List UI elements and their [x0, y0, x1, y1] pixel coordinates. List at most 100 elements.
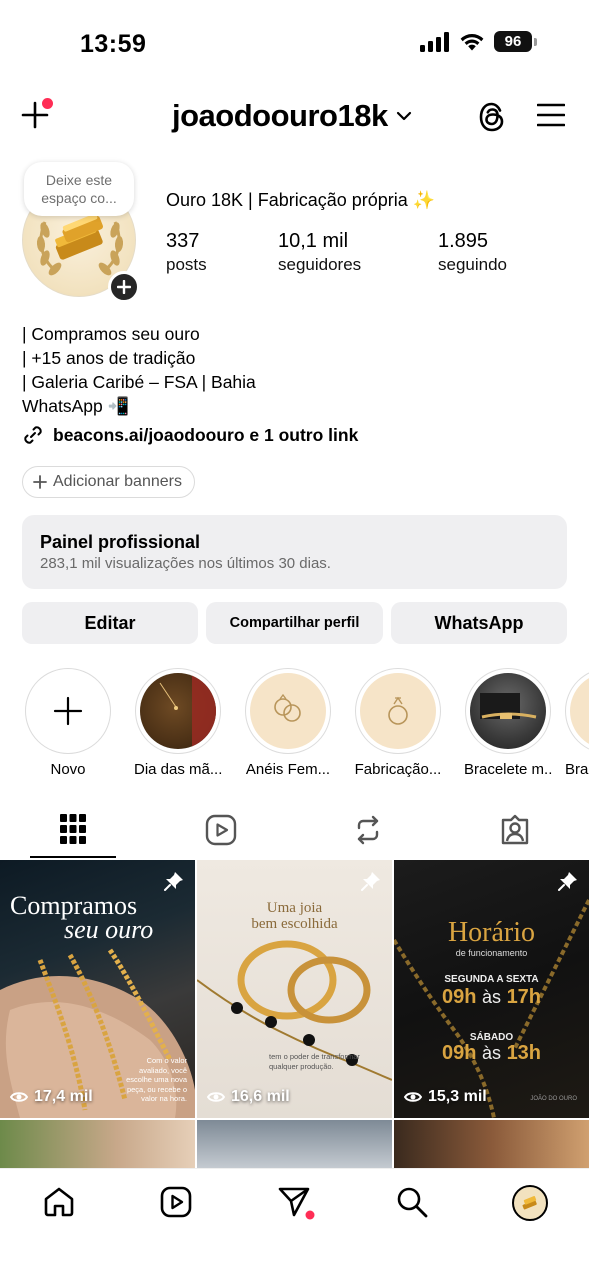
status-icons: 96 — [420, 31, 537, 52]
threads-icon — [479, 102, 504, 132]
post-tile[interactable]: Horário de funcionamento SEGUNDA A SEXTA… — [394, 860, 589, 1118]
notification-dot — [42, 98, 53, 109]
post-tile[interactable] — [394, 1120, 589, 1170]
bio-line: | +15 anos de tradição — [22, 348, 196, 368]
edit-label: Editar — [84, 612, 136, 633]
grid-icon — [60, 814, 86, 844]
send-icon — [278, 1187, 315, 1220]
nav-reels[interactable] — [159, 1185, 193, 1219]
link-text: beacons.ai/joaodoouro e 1 outro link — [53, 424, 359, 445]
post-tile[interactable]: Compramos seu ouro Com o valor avaliado,… — [0, 860, 195, 1118]
nav-home[interactable] — [42, 1185, 76, 1219]
views-count: 15,3 mil — [428, 1088, 487, 1105]
plus-icon — [33, 475, 47, 489]
home-icon — [44, 1187, 74, 1217]
reels-icon — [205, 814, 237, 846]
hours-time: 13h — [506, 1042, 542, 1064]
active-tab-indicator — [30, 856, 116, 858]
highlight-item[interactable]: Bra — [565, 668, 589, 778]
profile-header-bar: joaodoouro18k — [0, 92, 589, 144]
tab-reels[interactable] — [205, 814, 237, 846]
profile-link[interactable]: beacons.ai/joaodoouro e 1 outro link — [22, 424, 358, 446]
hours-separator: às — [481, 1043, 501, 1063]
link-icon — [24, 426, 42, 444]
views-count: 16,6 mil — [231, 1088, 290, 1105]
share-label: Compartilhar perfil — [229, 615, 360, 631]
followers-count: 10,1 mil — [278, 230, 349, 252]
bio-line: | Compramos seu ouro — [22, 324, 200, 344]
highlight-item[interactable]: Fabricação... — [354, 668, 442, 778]
pin-icon — [163, 870, 185, 892]
create-button[interactable] — [20, 98, 53, 130]
add-banners-label: Adicionar banners — [53, 473, 182, 490]
tab-reposts[interactable] — [353, 814, 383, 846]
nav-search[interactable] — [395, 1185, 429, 1219]
status-time: 13:59 — [80, 30, 147, 58]
chevron-down-icon — [396, 111, 411, 121]
eye-icon — [207, 1092, 225, 1102]
bio-line: | Galeria Caribé – FSA | Bahia — [22, 372, 256, 392]
highlight-label: Fabricação... — [354, 761, 442, 778]
bio: | Compramos seu ouro | +15 anos de tradi… — [22, 322, 256, 418]
highlight-item[interactable]: Anéis Fem... — [244, 668, 332, 778]
followers-label: seguidores — [278, 255, 362, 274]
post-views: 17,4 mil — [10, 1088, 93, 1106]
eye-icon — [10, 1092, 28, 1102]
highlight-new[interactable]: Novo — [24, 668, 112, 778]
share-profile-button[interactable]: Compartilhar perfil — [206, 602, 383, 644]
account-switcher[interactable]: joaodoouro18k — [172, 98, 412, 134]
threads-button[interactable] — [476, 100, 508, 134]
hours-time: 09h — [441, 986, 477, 1008]
post-caption: tem o poder de transformar qualquer prod… — [269, 1052, 360, 1071]
post-tile[interactable]: Uma joia bem escolhida tem o poder de tr… — [197, 860, 392, 1118]
add-banners-button[interactable]: Adicionar banners — [22, 466, 195, 498]
followers-stat[interactable]: 10,1 mil seguidores — [278, 229, 361, 277]
battery-level: 96 — [494, 31, 532, 52]
tab-tagged[interactable] — [499, 814, 531, 846]
following-count: 1.895 — [438, 230, 489, 252]
hours-time: 17h — [506, 986, 542, 1008]
note-bubble[interactable]: Deixe este espaço co... — [24, 162, 134, 216]
post-tile[interactable] — [0, 1120, 195, 1170]
professional-dashboard[interactable]: Painel profissional 283,1 mil visualizaç… — [22, 515, 567, 589]
following-stat[interactable]: 1.895 seguindo — [438, 229, 507, 277]
pin-icon — [557, 870, 579, 892]
bio-line: WhatsApp 📲 — [22, 396, 130, 416]
post-tile[interactable] — [197, 1120, 392, 1170]
highlight-item[interactable]: Dia das mã... — [134, 668, 222, 778]
post-views: 16,6 mil — [207, 1088, 290, 1106]
highlight-item[interactable]: Bracelete m... — [464, 668, 552, 778]
post-headline: Horário — [447, 917, 536, 948]
nav-profile[interactable] — [512, 1185, 548, 1221]
highlight-label: Dia das mã... — [134, 761, 222, 778]
highlight-label: Novo — [50, 761, 86, 778]
edit-profile-button[interactable]: Editar — [22, 602, 198, 644]
dashboard-title: Painel profissional — [40, 532, 201, 552]
post-views: 15,3 mil — [404, 1088, 487, 1106]
hours-line-1: SEGUNDA A SEXTA — [444, 974, 539, 985]
posts-stat[interactable]: 337 posts — [166, 229, 207, 277]
highlight-label: Bra — [565, 761, 589, 778]
username: joaodoouro18k — [172, 98, 388, 133]
posts-count: 337 — [166, 230, 200, 252]
highlight-label: Anéis Fem... — [245, 761, 331, 778]
plus-icon — [53, 696, 83, 726]
battery-indicator: 96 — [494, 31, 537, 52]
nav-direct[interactable] — [277, 1185, 315, 1221]
reels-icon — [160, 1186, 192, 1218]
display-name: Ouro 18K | Fabricação própria ✨ — [166, 190, 436, 210]
add-story-button[interactable] — [108, 271, 140, 303]
repost-icon — [357, 815, 379, 845]
dashboard-subtitle: 283,1 mil visualizações nos últimos 30 d… — [40, 555, 331, 572]
hours-separator: às — [481, 987, 501, 1007]
note-text: Deixe este espaço co... — [41, 172, 117, 206]
profile-tabs — [0, 800, 589, 860]
menu-button[interactable] — [537, 103, 565, 127]
hours-time: 09h — [441, 1042, 477, 1064]
whatsapp-button[interactable]: WhatsApp — [391, 602, 567, 644]
tab-posts-grid[interactable] — [60, 814, 86, 844]
whatsapp-label: WhatsApp — [434, 612, 524, 633]
posts-label: posts — [166, 255, 207, 274]
views-count: 17,4 mil — [34, 1088, 93, 1105]
wifi-icon — [460, 33, 484, 50]
